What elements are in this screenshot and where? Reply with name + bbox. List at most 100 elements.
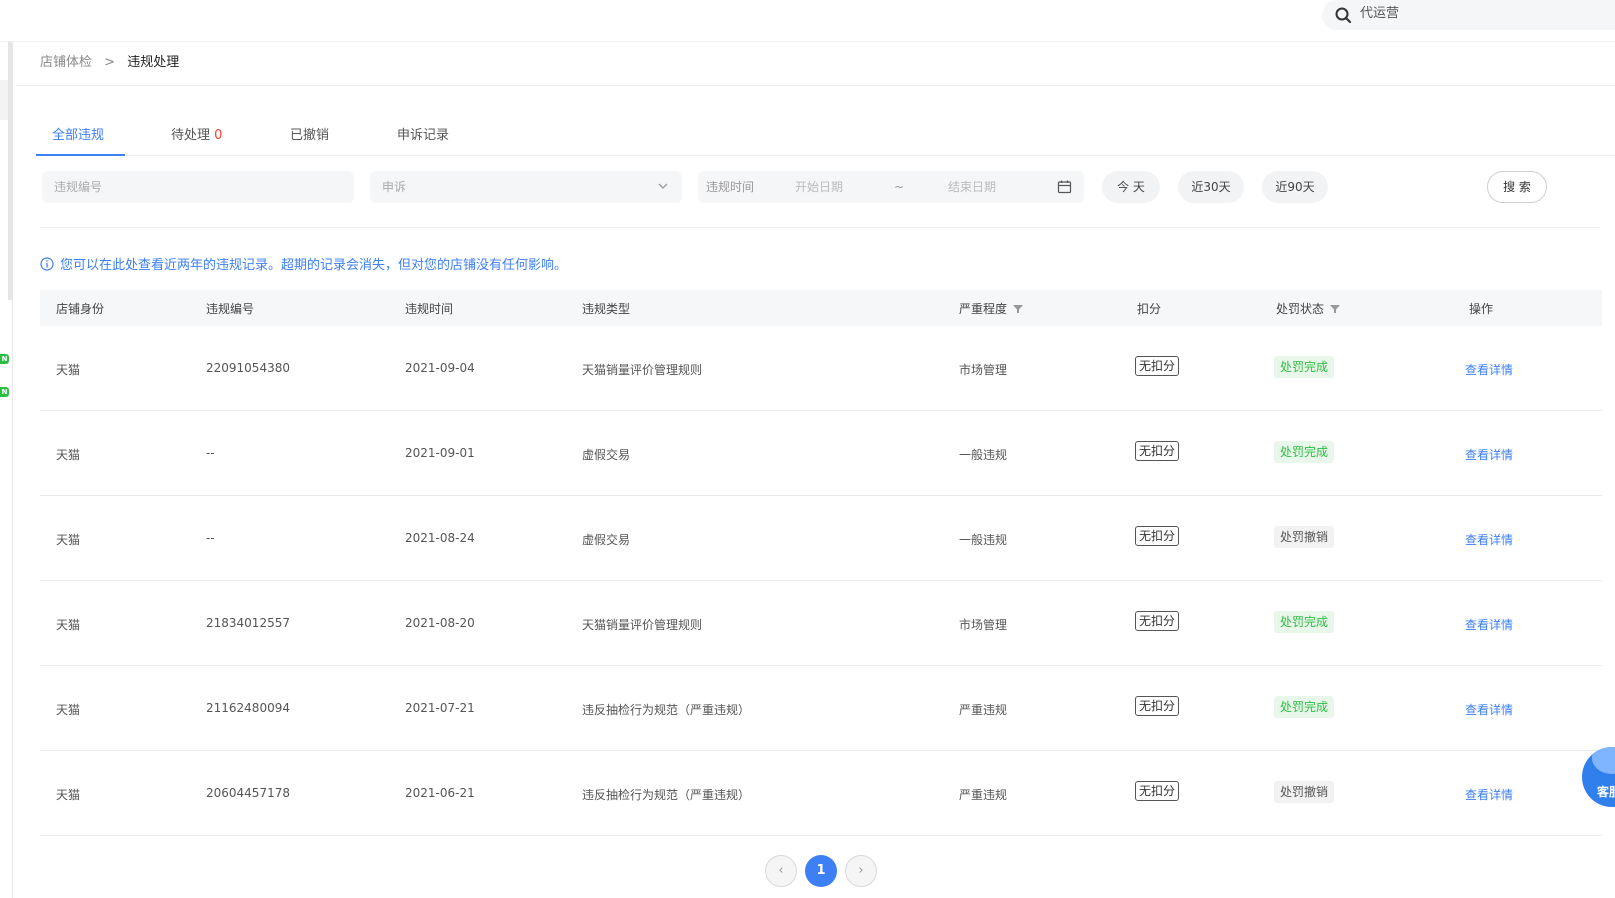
violation-id-input[interactable]: 违规编号 bbox=[42, 171, 354, 203]
cell-severity: 一般违规 bbox=[959, 448, 1008, 462]
status-badge: 处罚撤销 bbox=[1274, 526, 1335, 548]
cell-type: 天猫销量评价管理规则 bbox=[582, 363, 703, 377]
cell-severity: 严重违规 bbox=[959, 703, 1008, 717]
table-row: 天猫 21162480094 2021-07-21 违反抽检行为规范（严重违规）… bbox=[40, 666, 1602, 751]
column-header-label: 处罚状态 bbox=[1276, 302, 1325, 316]
start-date-input[interactable]: 开始日期 bbox=[795, 171, 843, 203]
search-icon bbox=[1335, 7, 1352, 24]
cell-date: 2021-07-21 bbox=[405, 701, 475, 715]
column-header: 店铺身份 bbox=[56, 302, 105, 316]
chevron-down-icon bbox=[658, 183, 668, 189]
filter-icon[interactable] bbox=[1330, 304, 1341, 314]
cell-violation-id: 20604457178 bbox=[206, 786, 290, 800]
tab-label: 已撤销 bbox=[290, 128, 330, 143]
mascot-icon bbox=[1592, 747, 1615, 774]
table-header: 店铺身份 违规编号 违规时间 违规类型 严重程度 扣分 处罚状态 操作 bbox=[40, 290, 1602, 326]
status-header: 处罚状态 bbox=[1276, 300, 1341, 317]
cell-severity: 市场管理 bbox=[959, 363, 1008, 377]
view-details-link[interactable]: 查看详情 bbox=[1465, 446, 1513, 463]
column-header-label: 严重程度 bbox=[959, 302, 1008, 316]
violation-id-placeholder: 违规编号 bbox=[54, 180, 103, 194]
page-1-button[interactable]: 1 bbox=[805, 855, 837, 887]
cell-date: 2021-06-21 bbox=[405, 786, 475, 800]
calendar-icon bbox=[1057, 180, 1072, 194]
customer-service-label: 客服 bbox=[1597, 785, 1615, 799]
tab-pending[interactable]: 待处理 0 bbox=[171, 124, 222, 143]
cell-shop: 天猫 bbox=[56, 363, 81, 377]
breadcrumb-current: 违规处理 bbox=[127, 55, 180, 70]
view-details-link[interactable]: 查看详情 bbox=[1465, 786, 1513, 803]
new-badge: N bbox=[0, 387, 9, 397]
cell-type: 违反抽检行为规范（严重违规） bbox=[582, 788, 751, 802]
info-notice: 您可以在此处查看近两年的违规记录。超期的记录会消失，但对您的店铺没有任何影响。 bbox=[40, 254, 567, 273]
cell-violation-id: 21834012557 bbox=[206, 616, 290, 630]
cell-violation-id: -- bbox=[206, 531, 215, 545]
column-header: 扣分 bbox=[1137, 302, 1162, 316]
table-row: 天猫 -- 2021-09-01 虚假交易 一般违规 无扣分 处罚完成 查看详情 bbox=[40, 411, 1602, 496]
cell-shop: 天猫 bbox=[56, 703, 81, 717]
cell-type: 天猫销量评价管理规则 bbox=[582, 618, 703, 632]
date-range-picker[interactable]: 违规时间 开始日期 ~ 结束日期 bbox=[698, 171, 1084, 203]
tab-label: 全部违规 bbox=[52, 128, 105, 143]
cell-severity: 严重违规 bbox=[959, 788, 1008, 802]
cell-date: 2021-08-24 bbox=[405, 531, 475, 545]
cell-shop: 天猫 bbox=[56, 533, 81, 547]
column-header: 违规编号 bbox=[206, 302, 255, 316]
filter-divider bbox=[40, 227, 1600, 228]
today-button[interactable]: 今 天 bbox=[1102, 171, 1160, 203]
tab-appeal-records[interactable]: 申诉记录 bbox=[397, 124, 449, 143]
status-badge: 处罚完成 bbox=[1274, 611, 1335, 633]
table-row: 天猫 20604457178 2021-06-21 违反抽检行为规范（严重违规）… bbox=[40, 751, 1602, 836]
cell-date: 2021-09-04 bbox=[405, 361, 475, 375]
active-tab-indicator bbox=[36, 154, 125, 156]
new-badge: N bbox=[0, 354, 9, 364]
deduct-tag: 无扣分 bbox=[1135, 781, 1180, 801]
cell-severity: 市场管理 bbox=[959, 618, 1008, 632]
cell-date: 2021-09-01 bbox=[405, 446, 475, 460]
status-badge: 处罚完成 bbox=[1274, 696, 1335, 718]
filter-bar: 违规编号 申诉 违规时间 开始日期 ~ 结束日期 今 天 近30天 近90天 搜… bbox=[0, 171, 1615, 203]
tab-label: 待处理 bbox=[171, 128, 211, 143]
deduct-tag: 无扣分 bbox=[1135, 441, 1180, 461]
search-button[interactable]: 搜 索 bbox=[1487, 171, 1547, 203]
info-icon bbox=[40, 257, 54, 271]
status-badge: 处罚撤销 bbox=[1274, 781, 1335, 803]
end-date-input[interactable]: 结束日期 bbox=[948, 171, 996, 203]
cell-date: 2021-08-20 bbox=[405, 616, 475, 630]
deduct-tag: 无扣分 bbox=[1135, 696, 1180, 716]
top-bar: 代运营 bbox=[0, 0, 1615, 42]
status-badge: 处罚完成 bbox=[1274, 356, 1335, 378]
global-search[interactable]: 代运营 bbox=[1322, 0, 1615, 30]
tab-bar: 全部违规 待处理 0 已撤销 申诉记录 bbox=[36, 112, 1615, 156]
appeal-select[interactable]: 申诉 bbox=[370, 171, 682, 203]
cell-shop: 天猫 bbox=[56, 618, 81, 632]
cell-violation-id: 21162480094 bbox=[206, 701, 290, 715]
next-page-button[interactable]: › bbox=[845, 855, 877, 887]
sidebar-collapsed[interactable] bbox=[0, 80, 8, 120]
breadcrumb-parent[interactable]: 店铺体检 bbox=[40, 55, 92, 70]
severity-header: 严重程度 bbox=[959, 300, 1024, 317]
last-90-days-button[interactable]: 近90天 bbox=[1262, 171, 1328, 203]
prev-page-button[interactable]: ‹ bbox=[765, 855, 797, 887]
table-row: 天猫 21834012557 2021-08-20 天猫销量评价管理规则 市场管… bbox=[40, 581, 1602, 666]
filter-icon[interactable] bbox=[1013, 304, 1024, 314]
cell-violation-id: -- bbox=[206, 446, 215, 460]
date-range-separator: ~ bbox=[894, 180, 905, 194]
cell-severity: 一般违规 bbox=[959, 533, 1008, 547]
view-details-link[interactable]: 查看详情 bbox=[1465, 701, 1513, 718]
deduct-tag: 无扣分 bbox=[1135, 526, 1180, 546]
view-details-link[interactable]: 查看详情 bbox=[1465, 361, 1513, 378]
header-divider bbox=[16, 85, 1615, 86]
view-details-link[interactable]: 查看详情 bbox=[1465, 616, 1513, 633]
tab-label: 申诉记录 bbox=[397, 128, 450, 143]
date-range-label: 违规时间 bbox=[706, 180, 755, 194]
tab-all-violations[interactable]: 全部违规 bbox=[52, 124, 104, 143]
status-badge: 处罚完成 bbox=[1274, 441, 1335, 463]
tab-revoked[interactable]: 已撤销 bbox=[290, 124, 329, 143]
pending-count: 0 bbox=[214, 128, 223, 143]
breadcrumb-separator: > bbox=[104, 55, 116, 70]
cell-shop: 天猫 bbox=[56, 788, 81, 802]
column-header: 违规类型 bbox=[582, 302, 631, 316]
view-details-link[interactable]: 查看详情 bbox=[1465, 531, 1513, 548]
last-30-days-button[interactable]: 近30天 bbox=[1178, 171, 1244, 203]
